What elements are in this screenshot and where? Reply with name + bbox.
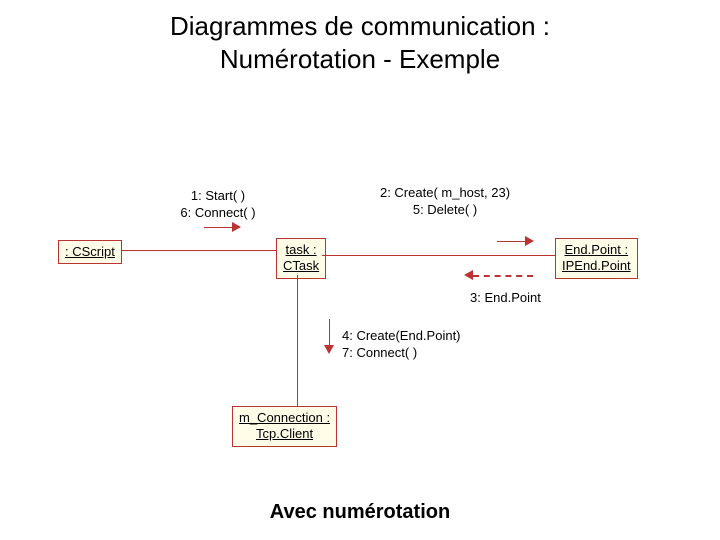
node-task: task : CTask (276, 238, 326, 279)
title-line-1: Diagrammes de communication : (170, 11, 550, 41)
page-title: Diagrammes de communication : Numérotati… (0, 10, 720, 75)
arrow-task-to-conn (324, 345, 334, 354)
link-task-connection (297, 275, 298, 406)
arrow-cscript-to-task-tail (204, 227, 232, 228)
arrow-task-to-endpoint-tail (497, 241, 525, 242)
caption: Avec numérotation (0, 501, 720, 524)
arrow-endpoint-return-head (464, 270, 473, 280)
message-2: 2: Create( m_host, 23) (380, 185, 510, 200)
message-6: 6: Connect( ) (180, 205, 255, 220)
node-endpoint: End.Point : IPEnd.Point (555, 238, 638, 279)
arrow-cscript-to-task (232, 222, 241, 232)
node-cscript-label: : CScript (65, 244, 115, 259)
node-task-label-top: task : (286, 242, 317, 257)
node-endpoint-label-bot: IPEnd.Point (562, 258, 631, 273)
node-endpoint-label-top: End.Point : (565, 242, 629, 257)
message-5: 5: Delete( ) (413, 202, 477, 217)
arrow-task-to-conn-tail (329, 319, 330, 345)
message-3: 3: End.Point (470, 290, 541, 307)
message-4: 4: Create(End.Point) (342, 328, 461, 343)
node-connection-label-top: m_Connection : (239, 410, 330, 425)
arrow-endpoint-return (473, 275, 533, 277)
message-7: 7: Connect( ) (342, 345, 417, 360)
node-connection: m_Connection : Tcp.Client (232, 406, 337, 447)
node-connection-label-bot: Tcp.Client (256, 426, 313, 441)
node-cscript: : CScript (58, 240, 122, 264)
node-task-label-bot: CTask (283, 258, 319, 273)
message-4-7: 4: Create(End.Point) 7: Connect( ) (342, 328, 461, 362)
title-line-2: Numérotation - Exemple (220, 44, 500, 74)
message-1-6: 1: Start( ) 6: Connect( ) (158, 188, 278, 222)
arrow-task-to-endpoint (525, 236, 534, 246)
link-cscript-task (121, 250, 276, 251)
message-1: 1: Start( ) (191, 188, 245, 203)
link-task-endpoint (322, 255, 555, 256)
message-2-5: 2: Create( m_host, 23) 5: Delete( ) (360, 185, 530, 219)
